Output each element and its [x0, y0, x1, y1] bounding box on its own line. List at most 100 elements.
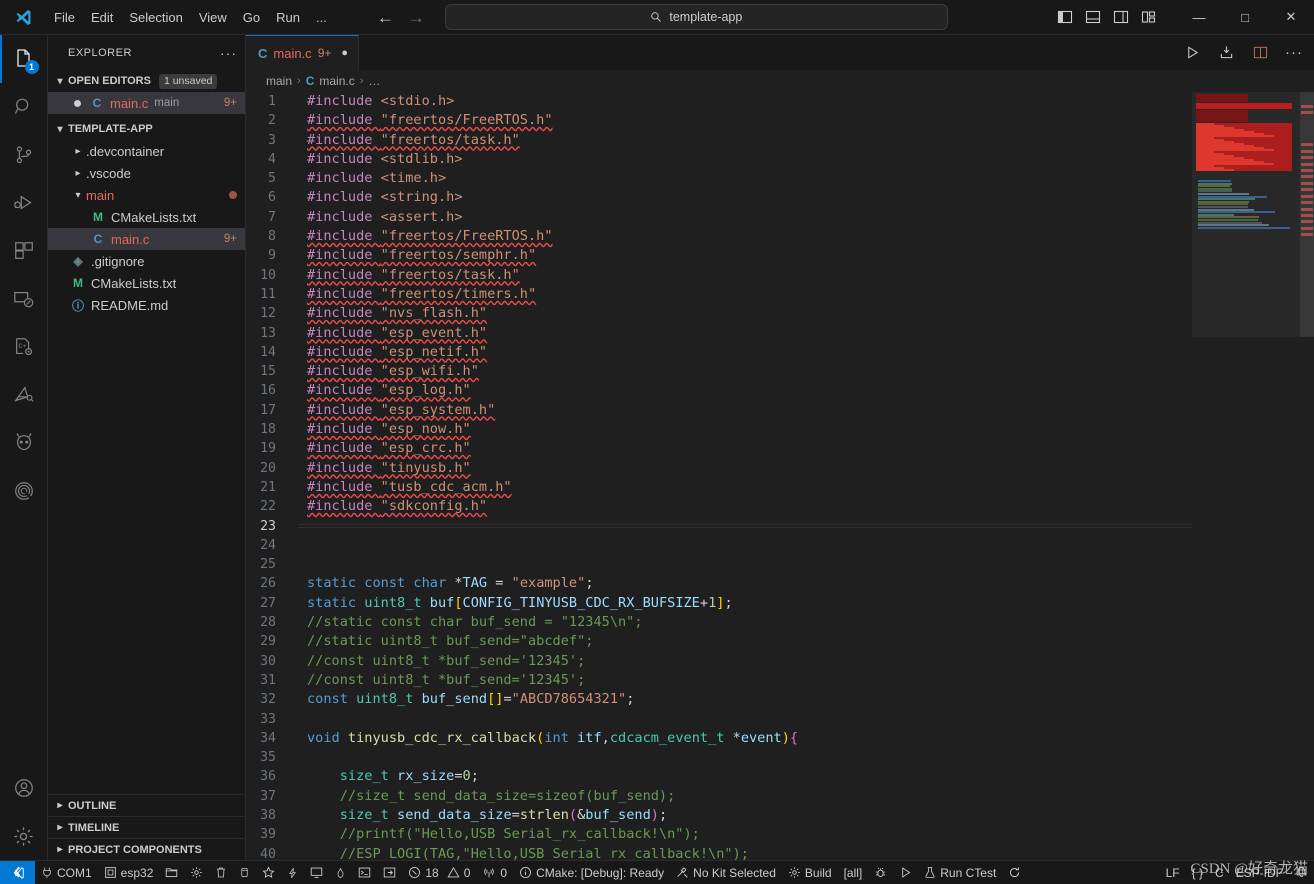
code-line[interactable]: 17 #include "esp_system.h" [246, 401, 1192, 420]
code-line[interactable]: 16 #include "esp_log.h" [246, 381, 1192, 400]
activity-search[interactable] [0, 83, 48, 131]
status-favorites[interactable] [256, 861, 281, 884]
panel-outline[interactable]: ▸ OUTLINE [48, 794, 245, 816]
status-open-folder[interactable] [159, 861, 184, 884]
line-text[interactable]: //const uint8_t *buf_send='12345'; [298, 671, 1192, 690]
code-line[interactable]: 9 #include "freertos/semphr.h" [246, 246, 1192, 265]
line-text[interactable]: #include "freertos/FreeRTOS.h" [298, 111, 1192, 130]
status-run-ctest[interactable]: Run CTest [918, 861, 1002, 884]
tree-item-readme[interactable]: ⓘ README.md [48, 294, 245, 316]
line-text[interactable]: static uint8_t buf[CONFIG_TINYUSB_CDC_RX… [298, 594, 1192, 613]
line-text[interactable]: #include <stdlib.h> [298, 150, 1192, 169]
status-serial-port[interactable]: COM1 [35, 861, 98, 884]
status-refresh[interactable] [1002, 861, 1027, 884]
menu-overflow[interactable]: ... [308, 6, 335, 29]
code-line[interactable]: 3 #include "freertos/task.h" [246, 131, 1192, 150]
line-text[interactable]: //size_t send_data_size=sizeof(buf_send)… [298, 787, 1192, 806]
line-text[interactable]: #include "esp_netif.h" [298, 343, 1192, 362]
line-text[interactable]: #include "esp_now.h" [298, 420, 1192, 439]
code-line[interactable]: 20 #include "tinyusb.h" [246, 459, 1192, 478]
tree-item-vscode[interactable]: ▸ .vscode [48, 162, 245, 184]
code-line[interactable]: 19 #include "esp_crc.h" [246, 439, 1192, 458]
breadcrumb-symbol[interactable]: … [368, 74, 380, 88]
line-text[interactable]: const uint8_t buf_send[]="ABCD78654321"; [298, 690, 1192, 709]
maximize-button[interactable]: □ [1222, 0, 1268, 35]
line-text[interactable]: #include "tinyusb.h" [298, 459, 1192, 478]
toggle-panel-icon[interactable] [1084, 8, 1102, 26]
status-flash-device[interactable] [281, 861, 304, 884]
code-line[interactable]: 25 [246, 555, 1192, 574]
code-line[interactable]: 23 [246, 517, 1192, 536]
tab-dirty-indicator-icon[interactable]: ● [341, 47, 348, 59]
breadcrumb-file[interactable]: main.c [319, 74, 354, 88]
menu-view[interactable]: View [191, 6, 235, 29]
status-target-chip[interactable]: esp32 [98, 861, 160, 884]
status-format[interactable]: { } [1186, 861, 1209, 884]
line-text[interactable]: //const uint8_t *buf_send='12345'; [298, 652, 1192, 671]
editor-scrollbar[interactable] [1300, 92, 1314, 337]
line-text[interactable]: #include "freertos/task.h" [298, 131, 1192, 150]
code-line[interactable]: 28 //static const char buf_send = "12345\… [246, 613, 1192, 632]
line-text[interactable]: #include "freertos/FreeRTOS.h" [298, 227, 1192, 246]
activity-settings[interactable] [0, 812, 48, 860]
section-workspace[interactable]: ▾ TEMPLATE-APP [48, 118, 245, 140]
code-line[interactable]: 34 void tinyusb_cdc_rx_callback(int itf,c… [246, 729, 1192, 748]
menu-file[interactable]: File [46, 6, 83, 29]
tree-item-main-cmakelists[interactable]: M CMakeLists.txt [48, 206, 245, 228]
status-eol[interactable]: LF [1160, 861, 1186, 884]
go-back-icon[interactable]: ← [377, 9, 394, 26]
menu-edit[interactable]: Edit [83, 6, 121, 29]
activity-platformio[interactable] [0, 419, 48, 467]
status-login[interactable] [377, 861, 402, 884]
code-viewport[interactable]: 1 #include <stdio.h> 2 #include "freertos/F… [246, 92, 1192, 860]
line-text[interactable]: size_t rx_size=0; [298, 767, 1192, 786]
code-line[interactable]: 38 size_t send_data_size=strlen(&buf_sen… [246, 806, 1192, 825]
tree-item-root-cmakelists[interactable]: M CMakeLists.txt [48, 272, 245, 294]
line-text[interactable]: #include "sdkconfig.h" [298, 497, 1192, 516]
line-text[interactable]: #include <string.h> [298, 188, 1192, 207]
line-text[interactable]: //ESP_LOGI(TAG,"Hello,USB Serial_rx_call… [298, 845, 1192, 860]
status-erase-flash[interactable] [233, 861, 256, 884]
code-line[interactable]: 1 #include <stdio.h> [246, 92, 1192, 111]
split-editor-icon[interactable] [1250, 43, 1270, 63]
customize-layout-icon[interactable] [1140, 8, 1158, 26]
tree-item-devcontainer[interactable]: ▸ .devcontainer [48, 140, 245, 162]
code-line[interactable]: 30 //const uint8_t *buf_send='12345'; [246, 652, 1192, 671]
line-text[interactable]: #include "esp_crc.h" [298, 439, 1192, 458]
status-monitor-device[interactable] [304, 861, 329, 884]
code-line[interactable]: 6 #include <string.h> [246, 188, 1192, 207]
code-line[interactable]: 18 #include "esp_now.h" [246, 420, 1192, 439]
activity-esp-idf[interactable] [0, 371, 48, 419]
minimize-button[interactable]: — [1176, 0, 1222, 35]
line-text[interactable]: #include "esp_system.h" [298, 401, 1192, 420]
line-text[interactable]: void tinyusb_cdc_rx_callback(int itf,cdc… [298, 729, 1192, 748]
ellipsis-icon[interactable]: ··· [1284, 43, 1304, 63]
status-ports[interactable]: 0 [476, 861, 513, 884]
line-text[interactable]: #include "tusb_cdc_acm.h" [298, 478, 1192, 497]
flash-download-icon[interactable] [1216, 43, 1236, 63]
status-open-terminal[interactable] [352, 861, 377, 884]
code-line[interactable]: 15 #include "esp_wifi.h" [246, 362, 1192, 381]
code-line[interactable]: 11 #include "freertos/timers.h" [246, 285, 1192, 304]
tree-item-main-folder[interactable]: ▾ main [48, 184, 245, 206]
toggle-secondary-sidebar-icon[interactable] [1112, 8, 1130, 26]
line-text[interactable]: #include "esp_wifi.h" [298, 362, 1192, 381]
code-line[interactable]: 37 //size_t send_data_size=sizeof(buf_se… [246, 787, 1192, 806]
code-line[interactable]: 40 //ESP_LOGI(TAG,"Hello,USB Serial_rx_c… [246, 845, 1192, 860]
menu-go[interactable]: Go [235, 6, 268, 29]
tab-main-c[interactable]: C main.c 9+ ● [246, 35, 360, 70]
code-line[interactable]: 7 #include <assert.h> [246, 208, 1192, 227]
activity-wokwi[interactable] [0, 467, 48, 515]
activity-run-debug[interactable] [0, 179, 48, 227]
code-line[interactable]: 21 #include "tusb_cdc_acm.h" [246, 478, 1192, 497]
open-editor-item[interactable]: C main.c main 9+ [48, 92, 245, 114]
status-build-flash-monitor[interactable] [329, 861, 352, 884]
line-text[interactable]: #include "esp_log.h" [298, 381, 1192, 400]
panel-timeline[interactable]: ▸ TIMELINE [48, 816, 245, 838]
activity-extensions[interactable] [0, 227, 48, 275]
code-content[interactable]: 1 #include <stdio.h> 2 #include "freertos/F… [246, 92, 1192, 860]
line-text[interactable]: #include "esp_event.h" [298, 324, 1192, 343]
code-line[interactable]: 24 [246, 536, 1192, 555]
code-line[interactable]: 13 #include "esp_event.h" [246, 324, 1192, 343]
line-text[interactable]: #include "freertos/task.h" [298, 266, 1192, 285]
